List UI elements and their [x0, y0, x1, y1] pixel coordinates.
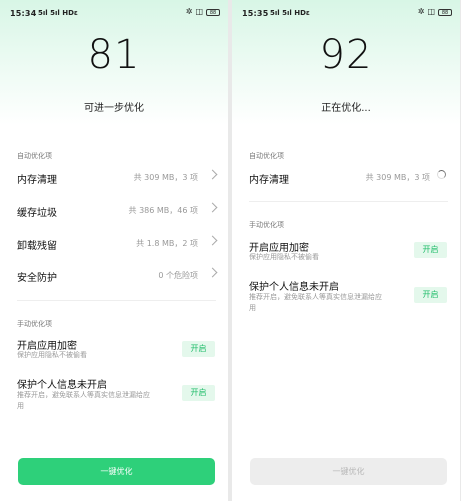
auto-section-label: 自动优化项: [17, 152, 52, 160]
optimization-status: 正在优化...: [321, 103, 371, 114]
auto-item-value: 共 386 MB，46 项: [128, 206, 198, 215]
auto-section-label: 自动优化项: [249, 152, 284, 160]
enable-button[interactable]: 开启: [414, 242, 447, 258]
auto-item-title: 缓存垃圾: [17, 208, 57, 219]
loading-spinner-icon: [437, 170, 446, 179]
chevron-right-icon: [207, 202, 218, 213]
manual-item-subtitle: 保护应用隐私不被偷看: [17, 351, 87, 359]
signal-indicator: 5ıl 5ıl HDε: [38, 9, 78, 17]
battery-icon: 88: [206, 8, 220, 16]
one-click-optimize-button: 一键优化: [250, 458, 447, 485]
vibrate-icon: ✲: [417, 7, 425, 16]
auto-item-security[interactable]: 安全防护 0 个危险项: [0, 264, 228, 286]
auto-item-value: 共 309 MB，3 项: [133, 173, 198, 182]
nfc-icon: ◫: [195, 7, 203, 16]
chevron-right-icon: [207, 169, 218, 180]
screenshot-pair: 15:34 5ıl 5ıl HDε ✲ ◫ 88 81 可进一步优化 自动优化项…: [0, 0, 461, 501]
auto-item-cache[interactable]: 缓存垃圾 共 386 MB，46 项: [0, 199, 228, 221]
vibrate-icon: ✲: [185, 7, 193, 16]
status-time: 15:35: [242, 9, 269, 18]
enable-button[interactable]: 开启: [182, 385, 215, 401]
auto-item-value: 共 309 MB，3 项: [365, 173, 430, 182]
auto-item-memory[interactable]: 内存清理 共 309 MB，3 项: [0, 166, 228, 188]
status-time: 15:34: [10, 9, 37, 18]
one-click-optimize-button[interactable]: 一键优化: [18, 458, 215, 485]
manual-item-subtitle: 推荐开启，避免联系人等真实信息泄漏给应用: [249, 293, 382, 312]
section-divider: [249, 201, 448, 202]
auto-item-title: 卸载残留: [17, 241, 57, 252]
battery-icon: 88: [438, 8, 452, 16]
optimization-score: 81: [87, 32, 141, 78]
manual-section-label: 手动优化项: [249, 221, 284, 229]
manual-item-title: 保护个人信息未开启: [17, 380, 107, 391]
auto-item-title: 内存清理: [17, 175, 57, 186]
signal-indicator: 5ıl 5ıl HDε: [270, 9, 310, 17]
auto-item-title: 安全防护: [17, 273, 57, 284]
phone-screen-right: 15:35 5ıl 5ıl HDε ✲ ◫ 88 92 正在优化... 自动优化…: [232, 0, 460, 501]
optimization-score: 92: [319, 32, 373, 78]
enable-button[interactable]: 开启: [414, 287, 447, 303]
manual-section-label: 手动优化项: [17, 320, 52, 328]
nfc-icon: ◫: [427, 7, 435, 16]
status-icons: ✲ ◫ 88: [186, 8, 220, 16]
status-bar: 15:34 5ıl 5ıl HDε ✲ ◫ 88: [0, 0, 228, 26]
auto-item-title: 内存清理: [249, 175, 289, 186]
status-bar: 15:35 5ıl 5ıl HDε ✲ ◫ 88: [232, 0, 460, 26]
manual-item-subtitle: 保护应用隐私不被偷看: [249, 253, 319, 261]
auto-item-residual[interactable]: 卸载残留 共 1.8 MB，2 项: [0, 232, 228, 254]
auto-item-value: 共 1.8 MB，2 项: [136, 239, 198, 248]
chevron-right-icon: [207, 267, 218, 278]
auto-item-memory[interactable]: 内存清理 共 309 MB，3 项: [232, 166, 460, 188]
status-icons: ✲ ◫ 88: [418, 8, 452, 16]
section-divider: [17, 300, 216, 301]
optimization-status: 可进一步优化: [84, 103, 144, 114]
manual-item-subtitle: 推荐开启，避免联系人等真实信息泄漏给应用: [17, 391, 150, 410]
enable-button[interactable]: 开启: [182, 341, 215, 357]
phone-screen-left: 15:34 5ıl 5ıl HDε ✲ ◫ 88 81 可进一步优化 自动优化项…: [0, 0, 228, 501]
chevron-right-icon: [207, 235, 218, 246]
auto-item-value: 0 个危险项: [158, 271, 198, 280]
manual-item-title: 保护个人信息未开启: [249, 282, 339, 293]
